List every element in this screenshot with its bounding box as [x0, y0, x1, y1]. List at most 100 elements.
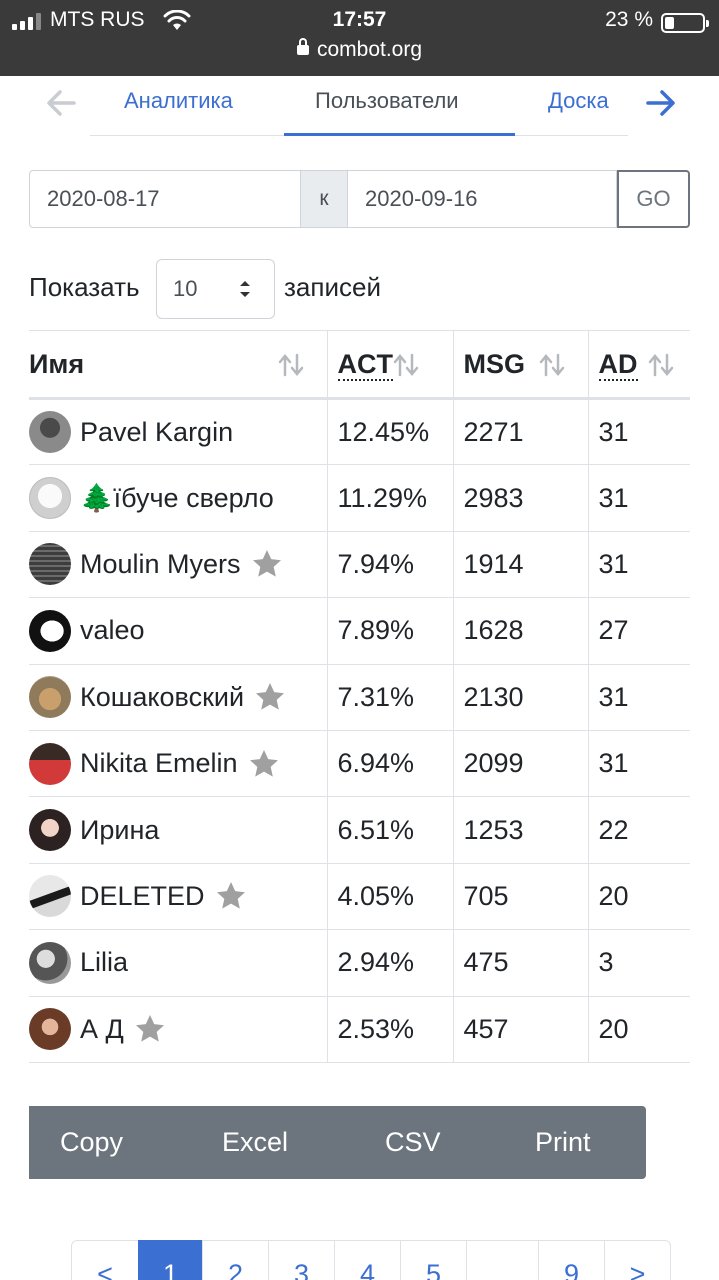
pagination-page-5[interactable]: 5	[400, 1240, 467, 1280]
url-text: combot.org	[316, 38, 423, 61]
cell-act: 6.94%	[326, 729, 454, 798]
cell-ad: 31	[587, 729, 690, 798]
table-row[interactable]: Moulin Myers 7.94% 1914 31	[29, 530, 690, 599]
pagination-ellipsis: …	[466, 1240, 539, 1280]
cell-msg: 457	[452, 995, 589, 1063]
user-name[interactable]: Moulin Myers	[80, 549, 241, 580]
column-header-ad[interactable]: AD	[587, 330, 690, 400]
user-name[interactable]: Lilia	[80, 947, 128, 978]
star-icon	[249, 749, 278, 777]
print-button[interactable]: Print	[535, 1127, 591, 1158]
page-length-select[interactable]: 10	[156, 259, 275, 319]
users-table: Имя ACT MSG AD Pavel Kargin 12.45% 2271 31 🌲…	[29, 330, 690, 1064]
cell-act: 6.51%	[326, 796, 454, 864]
tab-board[interactable]: Доска	[548, 88, 609, 114]
cell-ad: 27	[587, 597, 690, 665]
star-icon	[216, 882, 245, 910]
avatar-mask	[29, 609, 71, 652]
cell-msg: 1628	[452, 597, 589, 665]
cell-act: 2.94%	[326, 929, 454, 997]
cell-ad: 31	[587, 663, 690, 731]
cell-act: 11.29%	[326, 464, 454, 532]
user-name[interactable]: valeo	[80, 615, 145, 646]
table-row[interactable]: Pavel Kargin 12.45% 2271 31	[29, 397, 690, 466]
user-name[interactable]: 🌲їбуче сверло	[80, 482, 274, 514]
user-name[interactable]: Pavel Kargin	[80, 417, 233, 448]
pagination-page-9[interactable]: 9	[538, 1240, 605, 1280]
cell-ad: 3	[587, 929, 690, 997]
avatar-cat	[29, 676, 71, 719]
cell-name: Кошаковский	[29, 663, 328, 731]
date-range: 2020-08-17 к 2020-09-16 GO	[29, 170, 690, 228]
tab-users[interactable]: Пользователи	[315, 88, 459, 114]
select-caret-icon	[240, 281, 250, 297]
table-row[interactable]: Кошаковский 7.31% 2130 31	[29, 663, 690, 731]
battery-percent: 23 %	[605, 8, 653, 31]
avatar-red-shirt	[29, 742, 71, 785]
table-row[interactable]: Nikita Emelin 6.94% 2099 31	[29, 729, 690, 798]
cell-ad: 31	[587, 530, 690, 599]
table-row[interactable]: Ирина 6.51% 1253 22	[29, 796, 690, 864]
avatar-girl	[29, 809, 71, 852]
copy-button[interactable]: Copy	[60, 1127, 123, 1158]
csv-button[interactable]: CSV	[385, 1127, 441, 1158]
avatar-dark-object	[29, 411, 71, 454]
column-header-name[interactable]: Имя	[29, 330, 328, 400]
table-row[interactable]: А Д 2.53% 457 20	[29, 995, 690, 1063]
user-name[interactable]: Nikita Emelin	[80, 748, 238, 779]
star-icon	[252, 550, 281, 578]
lock-icon	[296, 38, 309, 55]
pagination-page-2[interactable]: 2	[202, 1240, 269, 1280]
cell-name: Lilia	[29, 929, 328, 997]
address-bar[interactable]: combot.org	[0, 38, 719, 62]
cell-act: 7.94%	[326, 530, 454, 599]
pagination-prev[interactable]: <	[71, 1240, 139, 1280]
pagination-page-1[interactable]: 1	[138, 1240, 203, 1280]
export-button-group: Copy Excel CSV Print	[29, 1106, 646, 1179]
user-name[interactable]: А Д	[80, 1014, 124, 1045]
date-to-input[interactable]: 2020-09-16	[347, 170, 617, 228]
column-header-msg[interactable]: MSG	[452, 330, 589, 400]
user-name[interactable]: Кошаковский	[80, 682, 244, 713]
cell-msg: 2130	[452, 663, 589, 731]
entries-control: Показать 10 записей	[0, 258, 719, 320]
user-name[interactable]: DELETED	[80, 881, 205, 912]
pagination-next[interactable]: >	[604, 1240, 671, 1280]
cell-act: 12.45%	[326, 397, 454, 466]
pagination-page-3[interactable]: 3	[268, 1240, 335, 1280]
pagination-page-4[interactable]: 4	[334, 1240, 401, 1280]
star-icon	[256, 683, 285, 710]
table-row[interactable]: DELETED 4.05% 705 20	[29, 862, 690, 931]
cell-msg: 1914	[452, 530, 589, 599]
excel-button[interactable]: Excel	[222, 1127, 288, 1158]
pagination: < 1 2 3 4 5 … 9 >	[71, 1240, 671, 1280]
table-row[interactable]: Lilia 2.94% 475 3	[29, 929, 690, 997]
date-from-input[interactable]: 2020-08-17	[29, 170, 301, 228]
tab-bar: Аналитика Пользователи Доска	[0, 76, 719, 138]
cell-msg: 2099	[452, 729, 589, 798]
records-label: записей	[284, 272, 381, 302]
arrow-right-icon[interactable]	[644, 86, 678, 120]
cell-ad: 20	[587, 862, 690, 931]
tab-analytics[interactable]: Аналитика	[124, 88, 233, 114]
page-length-value: 10	[173, 276, 198, 301]
avatar-bw-photo	[29, 941, 71, 984]
go-button[interactable]: GO	[617, 170, 690, 228]
table-row[interactable]: valeo 7.89% 1628 27	[29, 597, 690, 665]
avatar-woman-brown	[29, 1008, 71, 1051]
table-row[interactable]: 🌲їбуче сверло 11.29% 2983 31	[29, 464, 690, 532]
table-header-row: Имя ACT MSG AD	[29, 330, 690, 400]
cell-msg: 1253	[452, 796, 589, 864]
show-label: Показать	[29, 272, 140, 302]
active-tab-indicator	[284, 133, 515, 136]
sort-icon	[648, 353, 673, 377]
user-name[interactable]: Ирина	[80, 815, 159, 846]
arrow-left-icon[interactable]	[44, 86, 78, 120]
column-header-act[interactable]: ACT	[326, 330, 454, 400]
cell-act: 7.31%	[326, 663, 454, 731]
date-separator: к	[301, 170, 347, 228]
cell-name: А Д	[29, 995, 328, 1063]
cell-name: Pavel Kargin	[29, 397, 328, 466]
table-body: Pavel Kargin 12.45% 2271 31 🌲їбуче сверло 11.…	[29, 397, 690, 1063]
cell-ad: 20	[587, 995, 690, 1063]
